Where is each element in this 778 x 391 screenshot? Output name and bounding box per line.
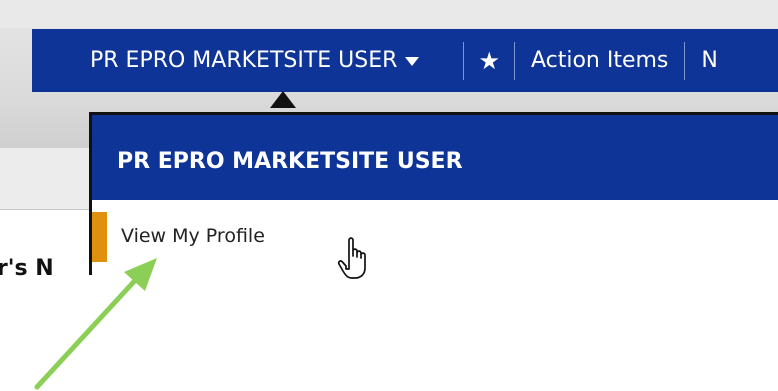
screenshot-stage: er's N PR EPRO MARKETSITE USER ★ Action … — [0, 0, 778, 391]
annotation-arrow-icon — [34, 258, 157, 390]
